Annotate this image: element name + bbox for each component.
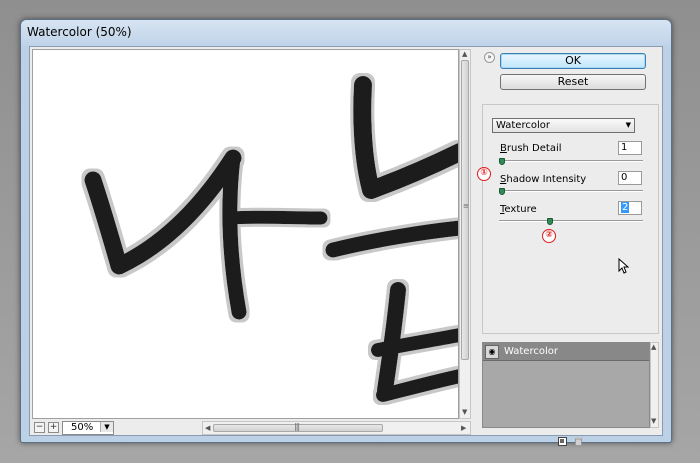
grip-icon: ||| — [294, 422, 300, 431]
scroll-down-icon[interactable]: ▼ — [651, 417, 656, 425]
filter-select[interactable]: Watercolor ▼ — [492, 118, 635, 133]
cursor-icon — [618, 258, 630, 274]
dialog-client: ▲ ≡ ▼ − + 50% ▼ ◀ ||| ▶ » OK Reset Water… — [29, 46, 663, 446]
trash-icon[interactable] — [574, 437, 583, 446]
new-layer-icon[interactable] — [558, 437, 567, 446]
brush-stroke-artwork — [84, 76, 458, 402]
brush-detail-slider-knob[interactable] — [499, 158, 505, 165]
layers-scrollbar[interactable]: ▲ ▼ — [650, 342, 659, 428]
scroll-up-icon[interactable]: ▲ — [651, 343, 656, 351]
shadow-intensity-input[interactable]: 0 — [618, 171, 642, 185]
zoom-dropdown-icon[interactable]: ▼ — [100, 422, 113, 432]
grip-icon: ≡ — [463, 202, 469, 210]
scroll-right-icon[interactable]: ▶ — [461, 424, 466, 432]
shadow-intensity-label: Shadow Intensity — [500, 174, 587, 185]
reset-button[interactable]: Reset — [500, 74, 646, 90]
texture-label: Texture — [500, 204, 537, 215]
layer-row[interactable]: ◉ Watercolor — [483, 343, 649, 361]
scroll-left-icon[interactable]: ◀ — [205, 424, 210, 432]
chevron-down-icon: ▼ — [625, 121, 631, 129]
window-title: Watercolor (50%) — [27, 25, 132, 39]
vertical-scroll-thumb[interactable]: ≡ — [461, 60, 469, 360]
zoom-bar: − + 50% ▼ ◀ ||| ▶ — [32, 421, 471, 435]
horizontal-scroll-thumb[interactable]: ||| — [213, 422, 383, 432]
horizontal-scrollbar[interactable]: ◀ ||| ▶ — [202, 421, 471, 435]
scroll-up-icon[interactable]: ▲ — [462, 50, 467, 58]
collapse-icon[interactable]: » — [484, 52, 495, 63]
filter-options-panel — [482, 104, 659, 334]
preview-canvas[interactable] — [32, 49, 459, 419]
brush-detail-label: Brush Detail — [500, 143, 562, 154]
zoom-in-button[interactable]: + — [48, 422, 59, 433]
ok-button[interactable]: OK — [500, 53, 646, 69]
texture-input-value: 2 — [621, 202, 630, 213]
vertical-scrollbar[interactable]: ▲ ≡ ▼ — [459, 49, 471, 419]
shadow-intensity-slider-knob[interactable] — [499, 188, 505, 195]
texture-slider[interactable] — [499, 220, 643, 222]
brush-detail-input[interactable]: 1 — [618, 141, 642, 155]
title-bar[interactable]: Watercolor (50%) — [21, 20, 671, 46]
callout-marker-2: ② — [542, 229, 556, 243]
shadow-intensity-slider[interactable] — [499, 190, 643, 192]
callout-marker-1: ① — [477, 167, 491, 181]
texture-slider-knob[interactable] — [547, 218, 553, 225]
brush-detail-slider[interactable] — [499, 160, 643, 162]
filter-select-value: Watercolor — [496, 120, 550, 131]
layer-name: Watercolor — [504, 346, 558, 357]
zoom-level-value: 50% — [71, 422, 94, 433]
scroll-down-icon[interactable]: ▼ — [462, 408, 467, 416]
filter-dialog: Watercolor (50%) ▲ ≡ ▼ − + 50% ▼ ◀ ||| ▶… — [20, 19, 672, 446]
effect-layers-list: ◉ Watercolor — [482, 342, 650, 428]
eye-icon[interactable]: ◉ — [485, 345, 499, 359]
texture-input[interactable]: 2 — [618, 201, 642, 215]
zoom-out-button[interactable]: − — [34, 422, 45, 433]
